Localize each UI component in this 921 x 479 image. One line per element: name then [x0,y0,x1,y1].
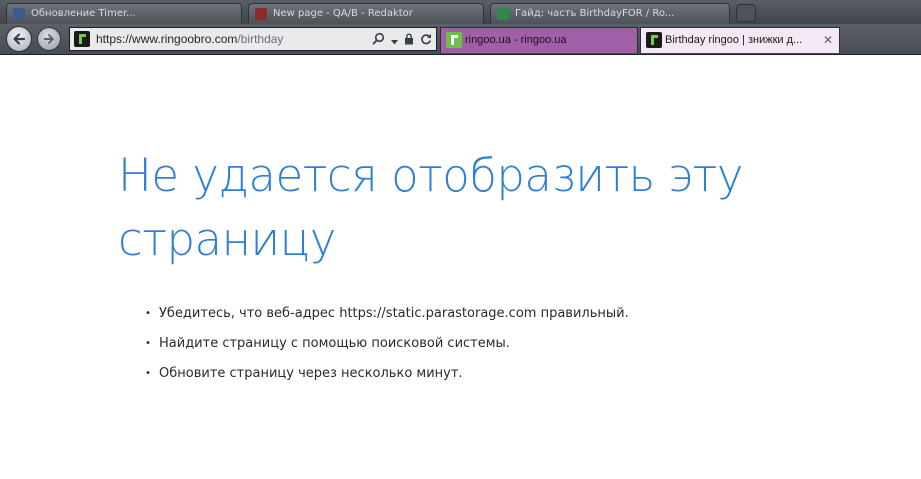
url-scheme: https:// [96,32,133,46]
list-item: • Найдите страницу с помощью поисковой с… [145,334,629,364]
window-icon [255,8,267,20]
page-title: Не удается отобразить эту страницу [118,149,744,266]
suggestion-list: • Убедитесь, что веб-адрес https://stati… [145,304,629,394]
tab-favicon [446,32,462,48]
browser-toolbar: https://www.ringoobro.com/birthday ringo… [0,24,921,55]
taskbar-window-label: Гайд: часть BirthdayFOR / Ro... [515,8,675,19]
taskbar-window-label: Обновление Timer... [31,8,136,19]
url-host: www.ringoobro.com [132,32,238,46]
back-button[interactable] [6,26,32,52]
forward-arrow-icon [43,34,54,44]
tab-label: ringoo.ua - ringoo.ua [465,34,567,46]
taskbar-window-3[interactable]: Гайд: часть BirthdayFOR / Ro... [490,3,730,24]
suggestion-text: Убедитесь, что веб-адрес https://static.… [159,306,629,321]
tab-favicon [646,32,662,48]
forward-button[interactable] [37,27,61,51]
bullet: • [145,368,151,379]
window-icon [13,8,25,20]
url-text[interactable]: https://www.ringoobro.com/birthday [96,32,283,46]
taskbar-window-label: New page - QA/B - Redaktor [273,8,413,19]
bullet: • [145,338,151,349]
back-arrow-icon [13,33,26,45]
window-icon [497,8,509,20]
url-path: /birthday [237,32,284,46]
search-icon[interactable] [372,30,385,49]
taskbar-window-2[interactable]: New page - QA/B - Redaktor [248,3,484,24]
address-bar-actions [372,31,432,47]
suggestion-text: Найдите страницу с помощью поисковой сис… [159,336,510,351]
page-content: Не удается отобразить эту страницу • Убе… [0,56,921,479]
list-item: • Убедитесь, что веб-адрес https://stati… [145,304,629,334]
os-taskbar-strip: Обновление Timer... New page - QA/B - Re… [0,0,921,24]
suggestion-text: Обновите страницу через несколько минут. [159,366,463,381]
tab-birthday-ringoo[interactable]: Birthday ringoo | знижки д... ✕ [640,27,840,53]
close-icon[interactable]: ✕ [823,28,833,52]
bullet: • [145,308,151,319]
list-item: • Обновите страницу через несколько мину… [145,364,629,394]
tab-ringoo-ua[interactable]: ringoo.ua - ringoo.ua [440,27,638,53]
refresh-icon[interactable] [420,30,432,49]
dropdown-icon[interactable] [391,30,398,49]
address-bar[interactable]: https://www.ringoobro.com/birthday [69,27,437,51]
site-favicon [74,31,90,47]
tab-label: Birthday ringoo | знижки д... [665,34,803,46]
new-window-button[interactable] [736,4,756,22]
lock-icon[interactable] [404,30,414,49]
taskbar-window-1[interactable]: Обновление Timer... [6,3,242,24]
